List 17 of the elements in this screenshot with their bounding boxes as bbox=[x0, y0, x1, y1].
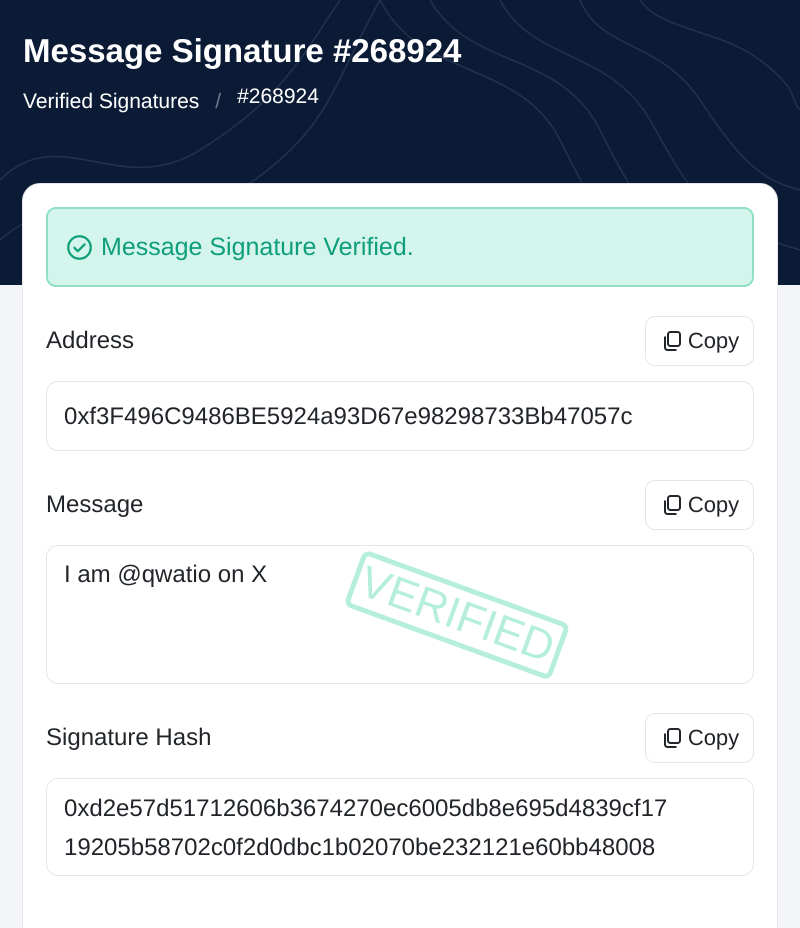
field-label: Signature Hash bbox=[46, 724, 212, 752]
breadcrumb-link[interactable]: Verified Signatures bbox=[23, 90, 200, 114]
value-field[interactable]: 0xf3F496C9486BE5924a93D67e98298733Bb47057c bbox=[46, 381, 754, 451]
field-value: 0xf3F496C9486BE5924a93D67e98298733Bb47057c bbox=[64, 402, 632, 432]
copy-button[interactable]: Copy bbox=[645, 316, 754, 366]
page-title: Message Signature #268924 bbox=[23, 32, 462, 70]
status-message: Message Signature Verified. bbox=[101, 232, 414, 262]
copy-button[interactable]: Copy bbox=[645, 713, 754, 763]
field-value: 0xd2e57d51712606b3674270ec6005db8e695d4839cf17 bbox=[64, 794, 668, 824]
check-circle-icon bbox=[66, 234, 93, 260]
breadcrumb-current: #268924 bbox=[237, 85, 319, 109]
breadcrumb-separator: / bbox=[215, 90, 222, 114]
field-label: Address bbox=[46, 327, 134, 355]
field-value: 19205b58702c0f2d0dbc1b02070be232121e60bb48008 bbox=[64, 833, 656, 863]
field-label: Message bbox=[46, 491, 144, 519]
value-field[interactable]: 0xd2e57d51712606b3674270ec6005db8e695d4839cf17 19205b58702c0f2d0dbc1b02070be232121e60bb48008 bbox=[46, 778, 754, 876]
copy-button[interactable]: Copy bbox=[645, 480, 754, 530]
